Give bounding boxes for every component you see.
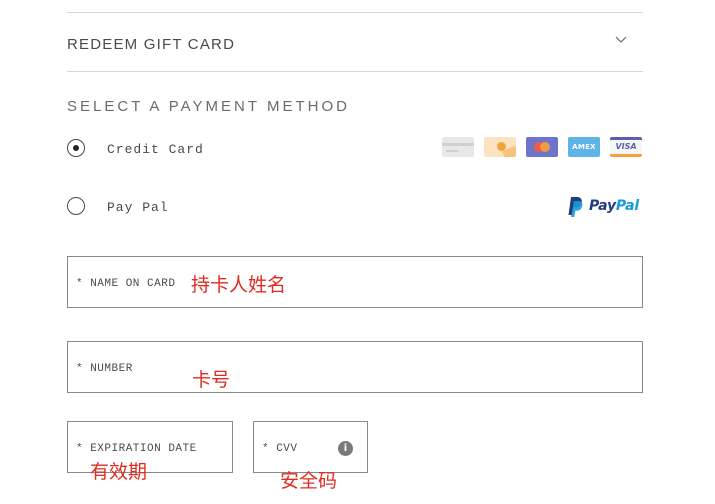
payment-option-credit-card[interactable]: Credit Card AMEX VISA <box>67 137 643 163</box>
credit-card-radio[interactable] <box>67 139 85 157</box>
generic-card-icon <box>442 137 474 157</box>
paypal-label: Pay Pal <box>107 200 169 215</box>
paypal-logo: PayPal <box>567 195 643 219</box>
annotation-expiration-date: 有效期 <box>90 461 148 483</box>
divider-top <box>67 12 643 13</box>
paypal-pay-text: Pay <box>589 198 616 214</box>
gift-card-title: REDEEM GIFT CARD <box>67 36 236 53</box>
amex-card-icon: AMEX <box>568 137 600 157</box>
chevron-down-icon[interactable] <box>615 34 627 44</box>
payment-option-paypal[interactable]: Pay Pal PayPal <box>67 195 643 221</box>
annotation-name-on-card: 持卡人姓名 <box>191 274 287 296</box>
name-on-card-field[interactable]: * NAME ON CARD <box>67 256 643 308</box>
paypal-pal-text: Pal <box>615 198 639 214</box>
name-on-card-label: * NAME ON CARD <box>76 278 176 290</box>
card-number-label: * NUMBER <box>76 363 133 375</box>
paypal-radio[interactable] <box>67 197 85 215</box>
visa-card-icon: VISA <box>610 137 642 157</box>
cvv-label: * CVV <box>262 443 298 455</box>
redeem-gift-card-toggle[interactable]: REDEEM GIFT CARD <box>67 28 643 58</box>
radio-selected-dot <box>72 144 79 151</box>
annotation-card-number: 卡号 <box>192 369 231 391</box>
payment-section-title: SELECT A PAYMENT METHOD <box>67 98 350 115</box>
checkout-payment-page: REDEEM GIFT CARD SELECT A PAYMENT METHOD… <box>0 0 715 504</box>
mastercard-icon <box>526 137 558 157</box>
card-number-field[interactable]: * NUMBER <box>67 341 643 393</box>
discover-card-icon <box>484 137 516 157</box>
info-icon[interactable]: i <box>338 441 353 456</box>
divider-middle <box>67 71 643 72</box>
paypal-wordmark: PayPal <box>589 198 639 214</box>
paypal-p-icon <box>568 197 583 217</box>
credit-card-label: Credit Card <box>107 142 204 157</box>
expiration-date-label: * EXPIRATION DATE <box>76 443 197 455</box>
annotation-cvv: 安全码 <box>280 470 338 492</box>
